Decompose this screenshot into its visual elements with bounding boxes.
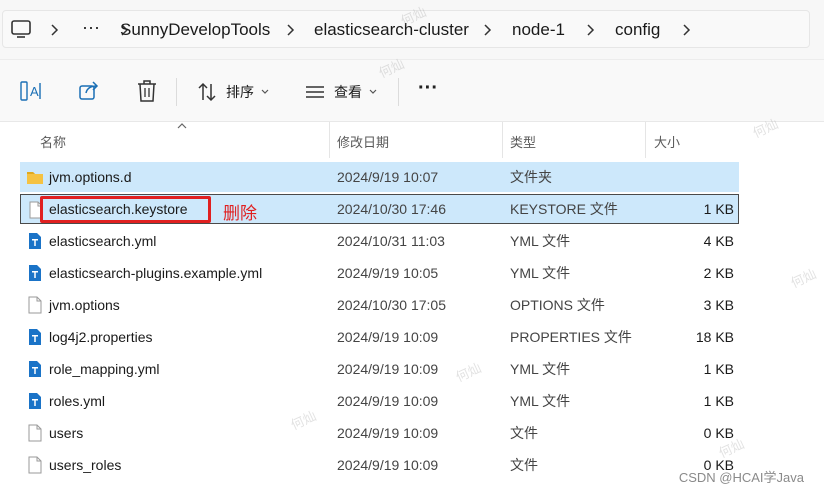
annotation-highlight-box [40,196,211,223]
folder-icon [27,172,43,184]
view-button[interactable]: 查看 [304,80,378,104]
column-header-type[interactable]: 类型 [510,132,536,151]
file-size: 18 KB [695,329,734,345]
file-type: 文件夹 [510,169,552,185]
file-icon [28,296,42,314]
file-size: 3 KB [703,297,734,313]
chevron-right-icon [484,24,492,36]
delete-icon[interactable] [136,79,158,103]
file-date: 2024/9/19 10:09 [337,393,439,409]
file-date: 2024/9/19 10:09 [337,457,439,473]
file-size: 1 KB [703,393,734,409]
file-type: KEYSTORE 文件 [510,201,618,217]
file-name: jvm.options.d [49,169,132,185]
more-options-button[interactable]: ··· [418,76,438,100]
chevron-right-icon [587,24,595,36]
file-row[interactable]: elasticsearch.yml 2024/10/31 11:03 YML 文… [20,226,739,256]
file-type: PROPERTIES 文件 [510,329,632,345]
file-name: elasticsearch.yml [49,233,157,249]
file-row[interactable]: users_roles 2024/9/19 10:09 文件 0 KB [20,450,739,480]
file-name: elasticsearch-plugins.example.yml [49,265,263,281]
file-row[interactable]: role_mapping.yml 2024/9/19 10:09 YML 文件 … [20,354,739,384]
file-type: YML 文件 [510,361,571,377]
breadcrumb-item-node-1[interactable]: node-1 [512,19,565,41]
column-divider[interactable] [502,122,503,158]
rename-icon[interactable]: A [19,79,43,103]
column-header-name[interactable]: 名称 [40,132,66,151]
file-size: 2 KB [703,265,734,281]
chevron-right-icon [287,24,295,36]
column-header-row: 名称 修改日期 类型 大小 [0,122,824,158]
column-header-size[interactable]: 大小 [654,132,680,151]
file-name: users [49,425,84,441]
file-date: 2024/10/30 17:05 [337,297,446,313]
breadcrumb-item-config[interactable]: config [615,19,660,41]
file-size: 0 KB [703,425,734,441]
chevron-right-icon [51,24,59,36]
file-type: YML 文件 [510,265,571,281]
file-type: 文件 [510,457,538,473]
file-icon [28,424,42,442]
file-icon [28,456,42,474]
breadcrumb-item-elasticsearch-cluster[interactable]: elasticsearch-cluster [314,19,469,41]
monitor-icon[interactable] [10,18,32,40]
column-divider[interactable] [645,122,646,158]
file-row[interactable]: log4j2.properties 2024/9/19 10:09 PROPER… [20,322,739,352]
text-file-icon [29,393,41,409]
view-button-label: 查看 [334,84,362,100]
watermark: 何灿 [788,267,819,292]
file-type: OPTIONS 文件 [510,297,605,313]
svg-text:A: A [30,84,39,99]
file-name: users_roles [49,457,122,473]
command-bar: A 排序 查看 ··· [0,60,824,122]
file-date: 2024/9/19 10:09 [337,361,439,377]
column-divider[interactable] [329,122,330,158]
file-date: 2024/9/19 10:05 [337,265,439,281]
file-name: roles.yml [49,393,106,409]
file-size: 1 KB [703,361,734,377]
text-file-icon [29,265,41,281]
file-type: 文件 [510,425,538,441]
sort-icon [198,82,216,102]
file-row[interactable]: users 2024/9/19 10:09 文件 0 KB [20,418,739,448]
sort-button-label: 排序 [226,84,254,100]
file-date: 2024/10/31 11:03 [337,233,445,249]
file-date: 2024/9/19 10:09 [337,329,439,345]
file-explorer-window: ··· SunnyDevelopTools elasticsearch-clus… [0,0,824,493]
chevron-down-icon [369,89,377,94]
text-file-icon [29,329,41,345]
file-size: 4 KB [703,233,734,249]
file-name: jvm.options [49,297,120,313]
file-row[interactable]: jvm.options.d 2024/9/19 10:07 文件夹 [20,162,739,192]
chevron-right-icon[interactable] [680,19,694,41]
file-size: 1 KB [703,201,734,217]
text-file-icon [29,361,41,377]
sort-ascending-caret-icon [177,123,187,129]
csdn-watermark: CSDN @HCAI学Java [678,470,804,485]
file-type: YML 文件 [510,233,571,249]
share-icon[interactable] [78,80,100,102]
view-list-icon [306,86,324,98]
file-name: log4j2.properties [49,329,153,345]
annotation-delete-label: 删除 [223,204,257,223]
breadcrumb-item-sunnydeveloptools[interactable]: SunnyDevelopTools [120,19,270,41]
file-date: 2024/9/19 10:07 [337,169,439,185]
file-type: YML 文件 [510,393,571,409]
text-file-icon [29,233,41,249]
file-date: 2024/9/19 10:09 [337,425,439,441]
column-header-date[interactable]: 修改日期 [337,132,389,151]
file-row[interactable]: elasticsearch-plugins.example.yml 2024/9… [20,258,739,288]
breadcrumb-more[interactable]: ··· [82,16,100,38]
file-row[interactable]: jvm.options 2024/10/30 17:05 OPTIONS 文件 … [20,290,739,320]
file-name: role_mapping.yml [49,361,160,377]
toolbar-divider [398,78,399,106]
file-row[interactable]: roles.yml 2024/9/19 10:09 YML 文件 1 KB [20,386,739,416]
toolbar-divider [176,78,177,106]
file-date: 2024/10/30 17:46 [337,201,446,217]
chevron-down-icon [261,89,269,94]
sort-button[interactable]: 排序 [196,80,270,104]
